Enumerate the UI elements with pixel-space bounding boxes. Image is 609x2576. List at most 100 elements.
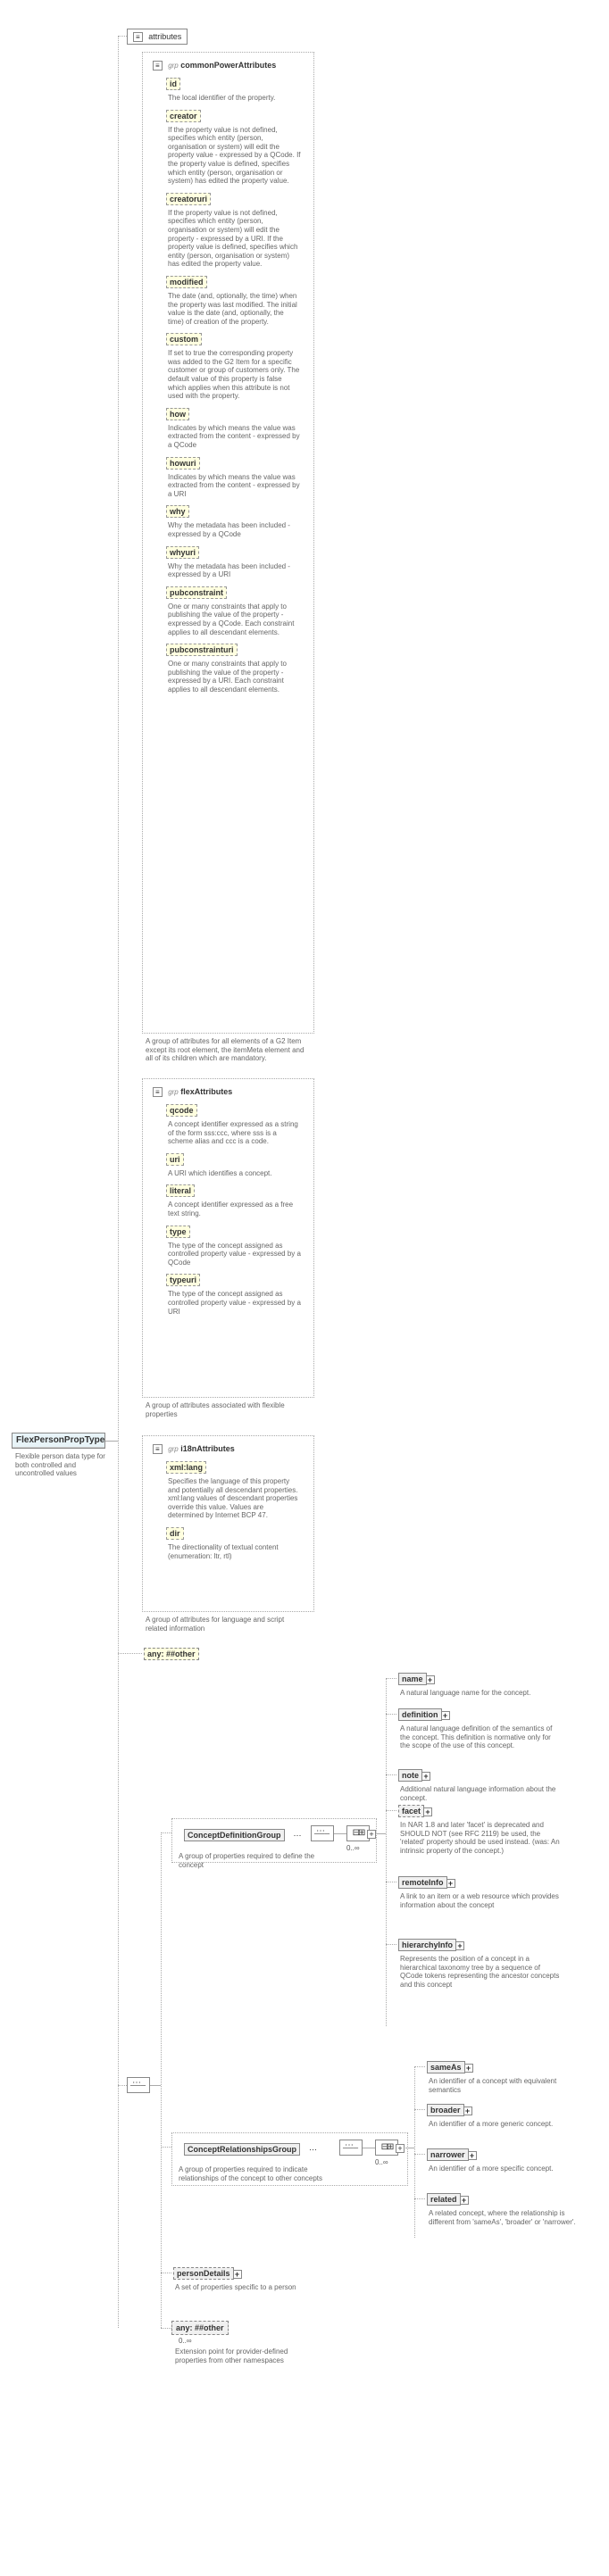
attr-typeuri: typeuri (166, 1274, 200, 1286)
plus-icon[interactable]: + (463, 2107, 472, 2115)
plus-icon[interactable]: + (367, 1830, 376, 1839)
attr-custom: custom (166, 333, 202, 345)
element-desc: Represents the position of a concept in … (400, 1955, 561, 1989)
connector (118, 36, 127, 37)
element-desc: An identifier of a more generic concept. (429, 2120, 589, 2129)
attributes-label: attributes (148, 32, 181, 41)
attr-desc: The directionality of textual content (e… (168, 1543, 301, 1560)
any-label: any: (176, 2323, 193, 2332)
element-desc: A natural language name for the concept. (400, 1689, 561, 1698)
group-desc: A group of properties required to indica… (179, 2165, 339, 2182)
attr-uri: uri (166, 1153, 184, 1166)
choice-compositor: ⊟⊞+ (375, 2140, 398, 2156)
element-definition: definition+ (398, 1708, 442, 1721)
attr-desc: Why the metadata has been included - exp… (168, 521, 301, 538)
sequence-compositor: ⋯ (339, 2140, 363, 2156)
group-title: ConceptRelationshipsGroup (184, 2143, 300, 2156)
attr-how: how (166, 408, 189, 420)
attr-whyuri: whyuri (166, 546, 199, 559)
attr-howuri: howuri (166, 457, 200, 469)
element-desc: In NAR 1.8 and later 'facet' is deprecat… (400, 1821, 561, 1855)
connector (377, 1833, 386, 1834)
connector (161, 2328, 171, 2329)
type-name: FlexPersonPropType (13, 1433, 104, 1448)
plus-icon[interactable]: + (446, 1879, 455, 1888)
element-facet: facet+ (398, 1805, 424, 1817)
attr-creator: creator (166, 110, 201, 122)
element-sameAs: sameAs+ (427, 2061, 465, 2073)
any-other-attr: any: ##other (144, 1648, 199, 1660)
diagram-canvas: FlexPersonPropType Flexible person data … (9, 9, 600, 2567)
choice-compositor: ⊟⊞+ (346, 1825, 370, 1841)
grp-label: grp (168, 1088, 179, 1096)
grp-icon: ≡ (153, 1087, 163, 1097)
group-footer: A group of attributes for language and s… (146, 1616, 306, 1633)
flex-person-prop-type-node: FlexPersonPropType (12, 1433, 105, 1449)
any-label: any: (147, 1649, 164, 1658)
plus-icon[interactable]: + (423, 1807, 432, 1816)
attr-desc: If the property value is not defined, sp… (168, 209, 301, 269)
group-footer: A group of attributes associated with fl… (146, 1401, 306, 1418)
plus-icon[interactable]: + (396, 2144, 405, 2153)
element-desc: A set of properties specific to a person (175, 2283, 318, 2292)
plus-icon[interactable]: + (233, 2270, 242, 2279)
attr-desc: One or many constraints that apply to pu… (168, 602, 301, 636)
attr-qcode: qcode (166, 1104, 197, 1117)
attr-desc: The type of the concept assigned as cont… (168, 1290, 301, 1316)
plus-icon[interactable]: + (421, 1772, 430, 1781)
connector (334, 1833, 346, 1834)
group-title: flexAttributes (180, 1087, 232, 1096)
element-desc: An identifier of a more specific concept… (429, 2165, 589, 2173)
attr-desc: If the property value is not defined, sp… (168, 126, 301, 186)
common-power-attributes-group: ≡ grp commonPowerAttributes idThe local … (142, 52, 314, 1034)
connector (414, 2066, 415, 2238)
plus-icon[interactable]: + (464, 2064, 473, 2073)
plus-icon[interactable]: + (468, 2151, 477, 2160)
plus-icon[interactable]: + (455, 1941, 464, 1950)
attr-desc: A concept identifier expressed as a stri… (168, 1120, 301, 1146)
element-note: note+ (398, 1769, 422, 1782)
element-remoteInfo: remoteInfo+ (398, 1876, 447, 1889)
element-hierarchyInfo: hierarchyInfo+ (398, 1939, 456, 1951)
attr-desc: Indicates by which means the value was e… (168, 424, 301, 450)
cardinality: 0..∞ (179, 2337, 192, 2345)
attr-desc: Indicates by which means the value was e… (168, 473, 301, 499)
group-title: i18nAttributes (180, 1444, 235, 1453)
group-title: ConceptDefinitionGroup (184, 1829, 285, 1841)
attr-desc: A URI which identifies a concept. (168, 1169, 301, 1178)
attr-desc: The date (and, optionally, the time) whe… (168, 292, 301, 326)
attr-desc: Why the metadata has been included - exp… (168, 562, 301, 579)
group-title: commonPowerAttributes (180, 61, 276, 70)
flex-attributes-group: ≡ grp flexAttributes qcode A concept iden… (142, 1078, 314, 1398)
i18n-attributes-group: ≡ grp i18nAttributes xml:langSpecifies t… (142, 1435, 314, 1612)
connector (161, 2147, 171, 2148)
person-details-element: personDetails + (173, 2267, 234, 2280)
group-footer: A group of attributes for all elements o… (146, 1037, 306, 1063)
element-broader: broader+ (427, 2104, 464, 2116)
attr-desc: The type of the concept assigned as cont… (168, 1242, 301, 1267)
connector (161, 1832, 162, 2328)
attr-type: type (166, 1226, 190, 1238)
sequence-compositor: ⋯ (127, 2077, 150, 2093)
connector (386, 1678, 387, 2026)
connector (118, 2085, 127, 2086)
connector (150, 2085, 161, 2086)
element-narrower: narrower+ (427, 2148, 469, 2161)
plus-icon[interactable]: + (441, 1711, 450, 1720)
connector (118, 1653, 142, 1654)
connector (161, 1832, 171, 1833)
sequence-compositor: ⋯ (311, 1825, 334, 1841)
attr-modified: modified (166, 276, 207, 288)
element-desc: A related concept, where the relationshi… (429, 2209, 589, 2226)
connector (105, 1441, 118, 1442)
plus-icon[interactable]: + (426, 1675, 435, 1684)
grp-icon: ≡ (153, 1444, 163, 1454)
attr-desc: A concept identifier expressed as a free… (168, 1201, 301, 1217)
any-other-element: any: ##other (171, 2321, 229, 2335)
grp-label: grp (168, 62, 179, 70)
plus-icon[interactable]: + (460, 2196, 469, 2205)
grp-icon: ≡ (153, 61, 163, 71)
cardinality: 0..∞ (346, 1844, 360, 1852)
element-desc: A natural language definition of the sem… (400, 1724, 561, 1750)
element-desc: An identifier of a concept with equivale… (429, 2077, 589, 2094)
